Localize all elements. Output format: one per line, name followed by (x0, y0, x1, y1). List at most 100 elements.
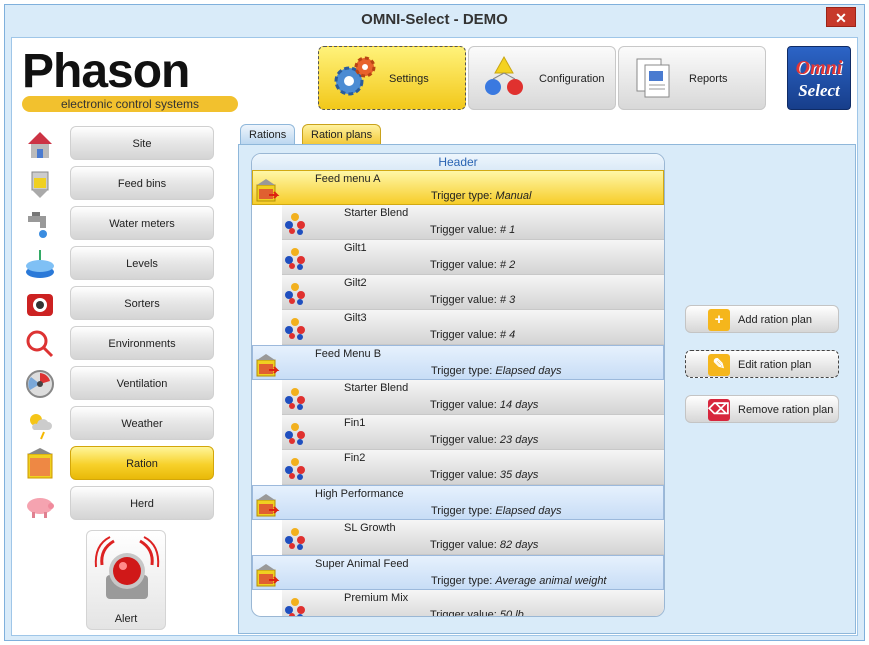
row-trigger-prefix: Trigger type: (431, 365, 493, 377)
row-name: Gilt3 (344, 312, 367, 324)
row-trigger: Trigger value: 14 days (430, 399, 538, 411)
nav-button-sorters[interactable]: Sorters (70, 286, 214, 320)
toolbar-button-label: Reports (689, 73, 728, 85)
list-header: Header (252, 154, 664, 170)
edit-ration-plan-button[interactable]: ✎ Edit ration plan (685, 350, 839, 378)
nav-button-feed-bins[interactable]: Feed bins (70, 166, 214, 200)
row-trigger-prefix: Trigger value: (430, 399, 497, 411)
sidebar-item-feed-bins: Feed bins (24, 166, 214, 202)
row-trigger: Trigger value: 50 lb (430, 609, 524, 616)
row-trigger-prefix: Trigger value: (430, 434, 497, 446)
row-name: Gilt1 (344, 242, 367, 254)
ration-row[interactable]: Fin2 Trigger value: 35 days (282, 450, 664, 485)
nav-button-ventilation[interactable]: Ventilation (70, 366, 214, 400)
row-trigger-prefix: Trigger value: (430, 259, 497, 271)
window-title: OMNI-Select - DEMO (361, 11, 508, 28)
sidebar-item-weather: Weather (24, 406, 214, 442)
row-trigger-prefix: Trigger type: (431, 190, 493, 202)
alarm-bell-icon (94, 536, 160, 599)
ration-icon (284, 316, 306, 340)
tab-ration-plans-label: Ration plans (311, 129, 373, 141)
logo-tagline: electronic control systems (22, 96, 238, 112)
toolbar-configuration-button[interactable]: Configuration (468, 46, 616, 110)
row-name: Super Animal Feed (315, 558, 409, 570)
ration-row[interactable]: Starter Blend Trigger value: 14 days (282, 380, 664, 415)
site-icon (24, 128, 56, 160)
row-name: Starter Blend (344, 382, 409, 394)
row-trigger-prefix: Trigger type: (431, 575, 493, 587)
level-icon (24, 248, 56, 280)
logo-brand: Phason (22, 45, 190, 98)
close-button[interactable]: ✕ (826, 7, 856, 27)
row-trigger-value: 35 days (499, 469, 539, 481)
app-window: OMNI-Select - DEMO ✕ Phason electronic c… (4, 4, 865, 641)
ration-row[interactable]: Fin1 Trigger value: 23 days (282, 415, 664, 450)
ration-plan-list[interactable]: Header Feed menu A Trigger type: Manual St… (251, 153, 665, 617)
nav-button-ration[interactable]: Ration (70, 446, 214, 480)
toolbar-settings-button[interactable]: Settings (318, 46, 466, 110)
row-trigger: Trigger value: 35 days (430, 469, 538, 481)
row-name: Starter Blend (344, 207, 409, 219)
configuration-icon (479, 53, 529, 103)
nav-button-site[interactable]: Site (70, 126, 214, 160)
environment-icon (24, 328, 56, 360)
ration-plan-row[interactable]: Feed menu A Trigger type: Manual (252, 170, 664, 205)
row-name: Fin1 (344, 417, 366, 429)
ration-plan-row[interactable]: Feed Menu B Trigger type: Elapsed days (252, 345, 664, 380)
nav-button-water-meters[interactable]: Water meters (70, 206, 214, 240)
action-button-label: Remove ration plan (738, 404, 834, 416)
toolbar-reports-button[interactable]: Reports (618, 46, 766, 110)
ration-plan-row[interactable]: Super Animal Feed Trigger type: Average a… (252, 555, 664, 590)
alert-label: Alert (114, 613, 138, 625)
nav-button-environments[interactable]: Environments (70, 326, 214, 360)
nav-button-herd[interactable]: Herd (70, 486, 214, 520)
ration-plan-icon (255, 562, 281, 588)
water-tap-icon (24, 208, 56, 240)
omni-logo-line2: Select (798, 81, 840, 100)
sidebar-item-environments: Environments (24, 326, 214, 362)
row-trigger: Trigger type: Manual (431, 190, 531, 202)
plus-icon: + (708, 309, 730, 331)
feed-bin-icon (24, 168, 56, 200)
ration-plan-row[interactable]: High Performance Trigger type: Elapsed da… (252, 485, 664, 520)
weather-icon (24, 408, 56, 440)
remove-icon: ⌫ (708, 399, 730, 421)
row-trigger-value: 14 days (499, 399, 539, 411)
ration-plans-panel: Header Feed menu A Trigger type: Manual St… (238, 144, 856, 634)
ration-icon (284, 281, 306, 305)
remove-ration-plan-button[interactable]: ⌫ Remove ration plan (685, 395, 839, 423)
add-ration-plan-button[interactable]: + Add ration plan (685, 305, 839, 333)
row-trigger-value: # 2 (499, 259, 516, 271)
ration-row[interactable]: Premium Mix Trigger value: 50 lb (282, 590, 664, 616)
toolbar-button-label: Settings (389, 73, 429, 85)
sorter-icon (24, 288, 56, 320)
row-trigger: Trigger value: # 4 (430, 329, 515, 341)
ration-row[interactable]: Starter Blend Trigger value: # 1 (282, 205, 664, 240)
row-trigger-prefix: Trigger value: (430, 329, 497, 341)
tab-rations[interactable]: Rations (240, 124, 296, 144)
ration-icon (284, 211, 306, 235)
tab-rations-label: Rations (249, 129, 287, 141)
row-trigger-value: # 1 (499, 224, 516, 236)
action-button-label: Add ration plan (738, 314, 812, 326)
ration-icon (284, 386, 306, 410)
ration-row[interactable]: Gilt1 Trigger value: # 2 (282, 240, 664, 275)
row-name: Feed Menu B (315, 348, 382, 360)
alert-button[interactable]: Alert (86, 530, 166, 630)
ration-icon (284, 246, 306, 270)
sidebar-item-ration: Ration (24, 446, 214, 482)
ration-row[interactable]: SL Growth Trigger value: 82 days (282, 520, 664, 555)
ration-plan-icon (255, 352, 281, 378)
tab-ration-plans[interactable]: Ration plans (302, 124, 382, 144)
ration-icon (284, 526, 306, 550)
action-button-label: Edit ration plan (738, 359, 812, 371)
nav-button-levels[interactable]: Levels (70, 246, 214, 280)
row-name: Feed menu A (315, 173, 381, 185)
row-trigger-prefix: Trigger value: (430, 469, 497, 481)
nav-button-weather[interactable]: Weather (70, 406, 214, 440)
row-trigger: Trigger value: 82 days (430, 539, 538, 551)
row-trigger-value: 82 days (499, 539, 539, 551)
row-name: Gilt2 (344, 277, 367, 289)
ration-row[interactable]: Gilt3 Trigger value: # 4 (282, 310, 664, 345)
ration-row[interactable]: Gilt2 Trigger value: # 3 (282, 275, 664, 310)
